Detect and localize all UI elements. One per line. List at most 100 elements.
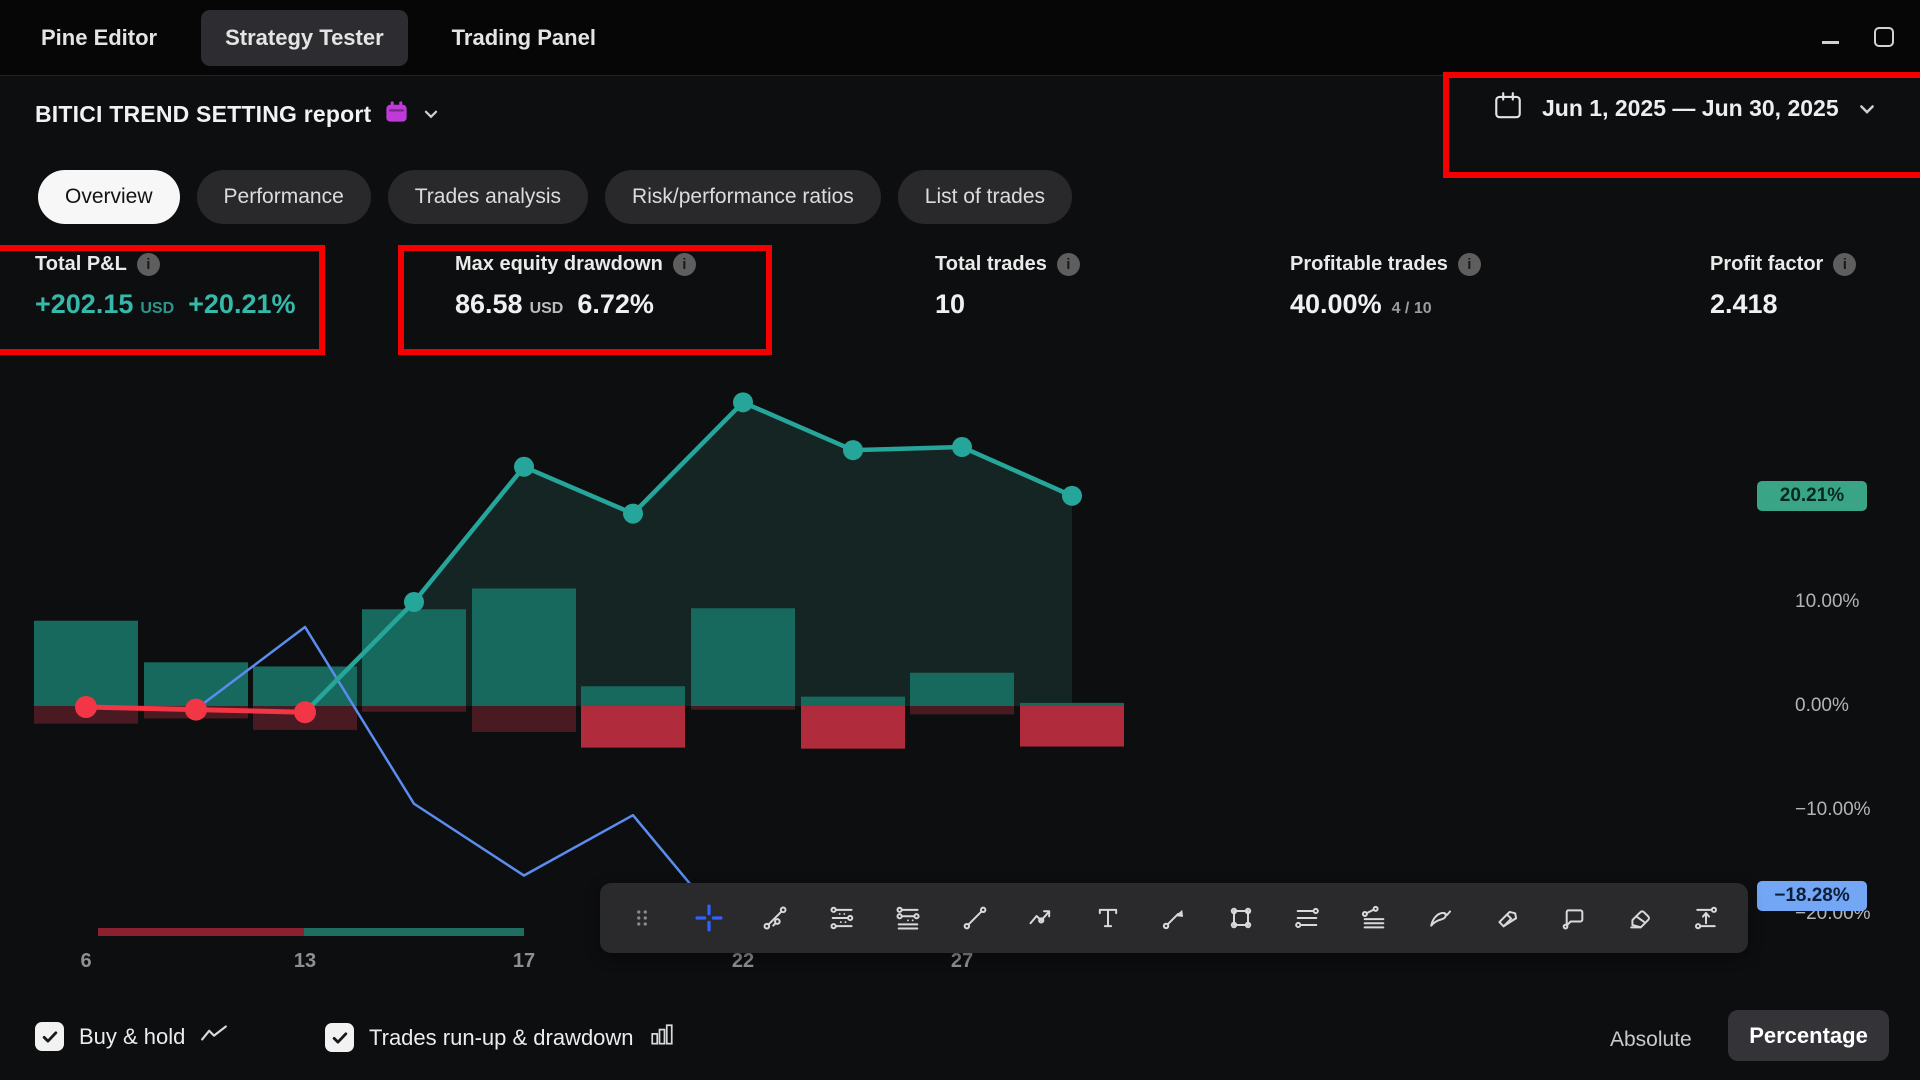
editor-tab-pine-editor[interactable]: Pine Editor: [35, 11, 163, 65]
percentage-mode-button[interactable]: Percentage: [1728, 1010, 1889, 1061]
tool-crosshair-button[interactable]: [685, 894, 733, 942]
info-icon[interactable]: [1833, 253, 1856, 276]
minimize-icon: [1822, 41, 1839, 44]
tab-performance[interactable]: Performance: [197, 170, 371, 224]
drawdown-bar: [910, 706, 1014, 714]
runup-bar: [362, 609, 466, 706]
tool-arrow-marker-button[interactable]: [1150, 894, 1198, 942]
tool-highlighter-button[interactable]: [1483, 894, 1531, 942]
window-controls: [1818, 0, 1898, 76]
stat-label: Profit factor: [1710, 253, 1823, 276]
pnl-stripe-negative: [98, 928, 304, 936]
x-tick-label: 13: [275, 950, 335, 973]
tool-text-button[interactable]: [1084, 894, 1132, 942]
date-range-selector[interactable]: Jun 1, 2025 — Jun 30, 2025: [1492, 90, 1877, 127]
callout-icon: [1559, 904, 1587, 932]
tool-horizontal-lines-button[interactable]: [1283, 894, 1331, 942]
stat-max-equity-drawdown: Max equity drawdown86.58USD6.72%: [455, 253, 935, 320]
eraser-icon: [1626, 904, 1654, 932]
stat-profitable-trades: Profitable trades40.00%4 / 10: [1290, 253, 1710, 320]
report-selector[interactable]: BITICI TREND SETTING report: [35, 98, 440, 130]
tool-price-range-button[interactable]: [1682, 894, 1730, 942]
drawdown-bar: [581, 706, 685, 748]
editor-tab-strategy-tester[interactable]: Strategy Tester: [201, 10, 408, 66]
chevron-down-icon: [1857, 99, 1877, 119]
stat-label: Total trades: [935, 253, 1047, 276]
equity-dot: [514, 457, 534, 477]
calendar-icon: [1492, 90, 1524, 127]
tool-callout-button[interactable]: [1549, 894, 1597, 942]
y-tick-label: 0.00%: [1795, 695, 1849, 717]
buy-hold-line: [86, 627, 703, 899]
toggle-group-buy-hold: Buy & hold: [35, 1022, 228, 1051]
tab-trades-analysis[interactable]: Trades analysis: [388, 170, 588, 224]
tool-polyline-arrow-button[interactable]: [1017, 894, 1065, 942]
crosshair-icon: [694, 903, 724, 933]
checkbox-buy-hold[interactable]: [35, 1022, 64, 1051]
maximize-button[interactable]: [1872, 25, 1898, 51]
maximize-icon: [1874, 27, 1894, 47]
minimize-button[interactable]: [1818, 25, 1844, 51]
tool-fib-extension-button[interactable]: [884, 894, 932, 942]
runup-bar: [801, 697, 905, 706]
tool-multi-lines-button[interactable]: [1350, 894, 1398, 942]
tool-line-button[interactable]: [951, 894, 999, 942]
stat-total-trades: Total trades 10: [935, 253, 1290, 320]
editor-tab-trading-panel[interactable]: Trading Panel: [446, 11, 602, 65]
tool-eraser-button[interactable]: [1616, 894, 1664, 942]
highlighter-icon: [1493, 904, 1521, 932]
tool-rectangle-button[interactable]: [1217, 894, 1265, 942]
drawing-toolbar: [600, 883, 1748, 953]
toggle-group-trades-run-up-drawdown: Trades run-up & drawdown: [325, 1022, 675, 1053]
info-icon[interactable]: [1057, 253, 1080, 276]
tab-list-of-trades[interactable]: List of trades: [898, 170, 1072, 224]
runup-bar: [253, 666, 357, 706]
runup-bar: [34, 621, 138, 706]
stat-unit: USD: [140, 300, 174, 318]
losing-trade-dot: [75, 696, 97, 718]
runup-bar: [1020, 703, 1124, 706]
tool-fib-retracement-button[interactable]: [818, 894, 866, 942]
fib-retracement-icon: [828, 904, 856, 932]
toolbar-drag-handle[interactable]: [618, 894, 666, 942]
report-title: BITICI TREND SETTING report: [35, 101, 371, 128]
checkbox-trades-run-up-drawdown[interactable]: [325, 1023, 354, 1052]
stat-unit: USD: [530, 300, 564, 318]
x-tick-label: 6: [56, 950, 116, 973]
editor-tab-bar: Pine Editor Strategy Tester Trading Panel: [0, 0, 1920, 76]
drawdown-bar: [34, 706, 138, 724]
drawdown-bar: [1020, 706, 1124, 747]
equity-line: [305, 402, 1072, 712]
losing-trade-dot: [294, 701, 316, 723]
equity-dot: [952, 437, 972, 457]
tab-risk-performance-ratios[interactable]: Risk/performance ratios: [605, 170, 881, 224]
info-icon[interactable]: [1458, 253, 1481, 276]
stat-value: 40.00%: [1290, 289, 1382, 320]
runup-bar: [144, 662, 248, 706]
absolute-mode-button[interactable]: Absolute: [1600, 1022, 1702, 1058]
stat-secondary: +20.21%: [188, 289, 295, 320]
fib-extension-icon: [894, 904, 922, 932]
tab-overview[interactable]: Overview: [38, 170, 180, 224]
strategy-tester-panel: Pine EditorStrategy TesterTrading Panel …: [0, 0, 1920, 1080]
x-tick-label: 17: [494, 950, 554, 973]
drawdown-bar: [253, 706, 357, 730]
equity-area-fill: [305, 402, 1072, 712]
drawdown-bar: [691, 706, 795, 710]
arrow-marker-icon: [1160, 904, 1188, 932]
stat-value: +202.15: [35, 289, 133, 320]
tool-trend-line-button[interactable]: [751, 894, 799, 942]
info-icon[interactable]: [673, 253, 696, 276]
losing-trade-dot: [185, 699, 207, 721]
stat-value: 10: [935, 289, 965, 320]
stat-label: Max equity drawdown: [455, 253, 663, 276]
drag-handle-icon: [629, 905, 655, 931]
equity-dot: [843, 440, 863, 460]
calendar-purple-icon: [383, 98, 410, 130]
polyline-arrow-icon: [1027, 904, 1055, 932]
runup-bar: [691, 608, 795, 706]
runup-bar: [472, 588, 576, 706]
rectangle-icon: [1227, 904, 1255, 932]
tool-brush-button[interactable]: [1416, 894, 1464, 942]
info-icon[interactable]: [137, 253, 160, 276]
